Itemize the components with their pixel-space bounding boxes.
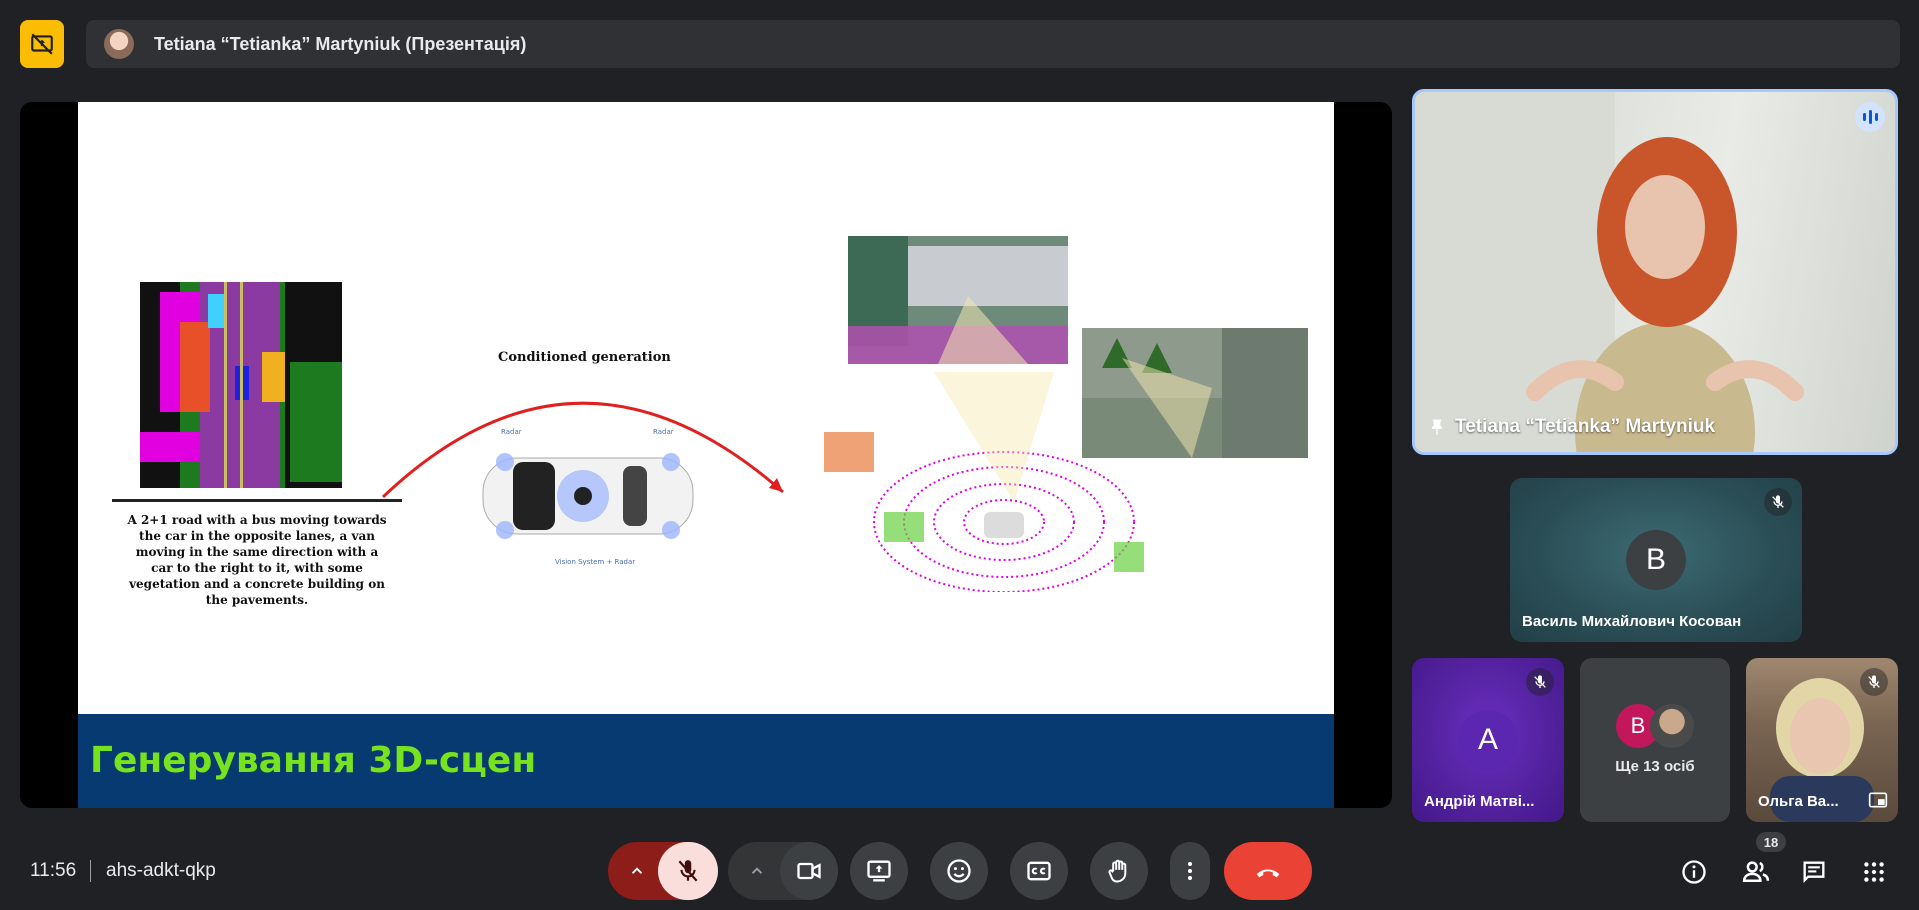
participant-tile-presenter[interactable]: Tetiana “Tetianka” Martyniuk (1412, 89, 1898, 455)
more-options-button[interactable] (1170, 842, 1210, 900)
leave-call-button[interactable] (1224, 842, 1312, 900)
slide-caption: A 2+1 road with a bus moving towards the… (127, 513, 387, 607)
present-to-all-icon (867, 860, 891, 882)
participant-tile-vasyl[interactable]: В Василь Михайлович Косован (1510, 478, 1802, 642)
sensor-label-left: Radar (501, 428, 522, 436)
mic-off-icon (1526, 668, 1554, 696)
pin-icon[interactable] (1427, 418, 1447, 438)
vehicle-sensor-image: Radar Radar Vision System + Radar (482, 428, 694, 566)
participant-name: Василь Михайлович Косован (1522, 613, 1742, 630)
camera-toggle-button[interactable] (780, 842, 838, 900)
more-vert-icon (1188, 862, 1192, 880)
reactions-button[interactable] (930, 842, 988, 900)
mic-toggle-button[interactable] (658, 842, 718, 900)
chat-button[interactable] (1798, 856, 1830, 888)
presentation-bar[interactable]: Tetiana “Tetianka” Martyniuk (Презентаці… (86, 20, 1900, 68)
sensor-label-bottom: Vision System + Radar (555, 558, 635, 566)
sensor-label-right: Radar (653, 428, 674, 436)
people-button[interactable] (1740, 856, 1772, 888)
call-end-icon (1256, 869, 1280, 878)
mic-off-icon (1860, 668, 1888, 696)
mic-off-icon (1764, 488, 1792, 516)
apps-grid-icon (1864, 862, 1884, 882)
audio-options-button[interactable] (612, 842, 662, 900)
presentation-indicator[interactable] (20, 20, 64, 68)
participant-name: Андрій Матві... (1424, 793, 1535, 810)
video-options-button[interactable] (734, 842, 780, 900)
more-participants-label: Ще 13 осіб (1615, 758, 1695, 775)
participant-tile-andrii[interactable]: А Андрій Матві... (1412, 658, 1564, 822)
slide: A 2+1 road with a bus moving towards the… (78, 102, 1334, 808)
presenter-video (1415, 92, 1804, 452)
speaking-indicator (1855, 102, 1885, 132)
presentation-stage: A 2+1 road with a bus moving towards the… (20, 102, 1392, 808)
participant-avatar: В (1626, 530, 1686, 590)
slide-footer: Генерування 3D-сцен (78, 714, 1334, 808)
emoji-icon (947, 859, 971, 883)
semantic-map-image (140, 282, 342, 488)
caption-divider (112, 499, 402, 502)
meeting-details-button[interactable] (1678, 856, 1710, 888)
raise-hand-button[interactable] (1090, 842, 1148, 900)
info-icon (1682, 860, 1706, 884)
chat-icon (1803, 861, 1825, 883)
participant-name: Tetiana “Tetianka” Martyniuk (1455, 416, 1716, 437)
participant-avatar-photo (1650, 704, 1694, 748)
participant-count-badge: 18 (1756, 832, 1786, 852)
lidar-point-cloud (824, 372, 1144, 592)
camera-frame-1 (848, 236, 1068, 364)
present-to-all-off-icon (31, 33, 53, 55)
captions-button[interactable] (1010, 842, 1068, 900)
participant-avatar: А (1458, 710, 1518, 770)
participant-name: Ольга Ва... (1758, 793, 1839, 810)
participant-tile-olha[interactable]: Ольга Ва... (1746, 658, 1898, 822)
present-screen-button[interactable] (850, 842, 908, 900)
people-icon (1742, 861, 1770, 882)
presenter-avatar (104, 29, 134, 59)
closed-caption-icon (1027, 861, 1051, 881)
participant-tile-more[interactable]: В Ще 13 осіб (1580, 658, 1730, 822)
chevron-up-icon (631, 867, 643, 874)
slide-title: Генерування 3D-сцен (90, 740, 537, 781)
activities-button[interactable] (1858, 856, 1890, 888)
picture-in-picture-icon[interactable] (1868, 790, 1888, 810)
hand-icon (1108, 859, 1127, 883)
clock: 11:56 (30, 860, 77, 881)
chevron-up-icon (751, 867, 763, 874)
presenter-title: Tetiana “Tetianka” Martyniuk (Презентаці… (154, 33, 527, 54)
mic-off-icon (678, 860, 698, 882)
divider (90, 860, 91, 882)
videocam-icon (797, 862, 821, 880)
meeting-code[interactable]: ahs-adkt-qkp (106, 860, 216, 882)
